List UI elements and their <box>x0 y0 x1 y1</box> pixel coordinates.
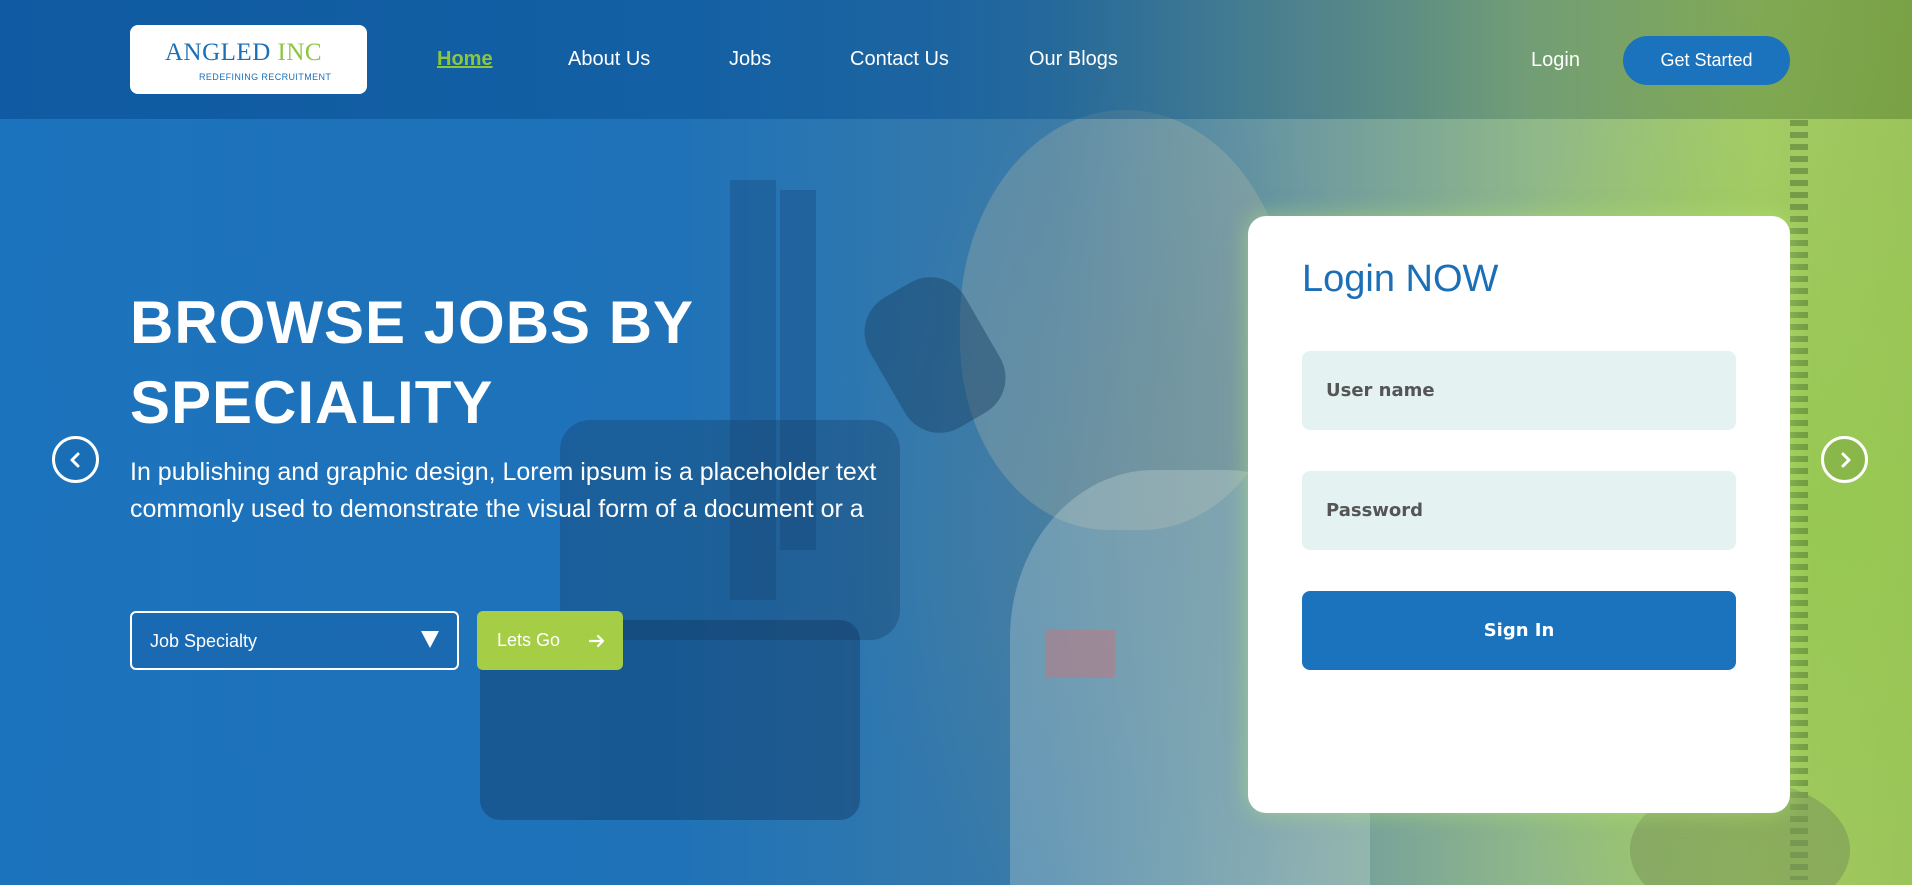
nav-item-contact-us[interactable]: Contact Us <box>850 48 949 71</box>
logo-wordmark: ANGLED INC <box>165 39 322 67</box>
hero-title: BROWSE JOBS BY SPECIALITY <box>130 283 890 443</box>
brand-logo[interactable]: ANGLED INC REDEFINING RECRUITMENT <box>130 25 367 94</box>
hero-description-line2: commonly used to demonstrate the visual … <box>130 495 864 523</box>
chevron-right-icon <box>1841 452 1851 468</box>
chevron-left-icon <box>70 452 80 468</box>
carousel-next-button[interactable] <box>1821 436 1868 483</box>
lets-go-button[interactable]: Lets Go <box>477 611 623 670</box>
carousel-prev-button[interactable] <box>52 436 99 483</box>
password-field[interactable] <box>1302 471 1736 550</box>
site-header: ANGLED INC REDEFINING RECRUITMENT Home A… <box>0 0 1912 119</box>
nav-item-jobs[interactable]: Jobs <box>729 48 771 71</box>
lets-go-label: Lets Go <box>497 630 561 650</box>
job-specialty-select[interactable]: Job Specialty <box>130 611 459 670</box>
login-card-title: Login NOW <box>1302 258 1499 300</box>
logo-tagline: REDEFINING RECRUITMENT <box>199 72 332 82</box>
arrow-right-icon <box>588 634 605 648</box>
sample-tray-shape <box>1045 630 1115 678</box>
scientist-figure <box>960 110 1290 530</box>
get-started-button[interactable]: Get Started <box>1623 36 1790 85</box>
nav-item-home[interactable]: Home <box>437 48 493 71</box>
job-specialty-value: Job Specialty <box>150 631 258 651</box>
nav-item-about-us[interactable]: About Us <box>568 48 650 71</box>
sign-in-button[interactable]: Sign In <box>1302 591 1736 670</box>
login-card: Login NOW Sign In <box>1248 216 1790 813</box>
logo-name-part2: INC <box>277 39 323 66</box>
dropdown-triangle-icon <box>421 631 439 648</box>
hero-description: In publishing and graphic design, Lorem … <box>130 454 950 528</box>
nav-item-our-blogs[interactable]: Our Blogs <box>1029 48 1118 71</box>
login-link[interactable]: Login <box>1531 49 1580 72</box>
microscope-shape <box>560 420 900 640</box>
username-field[interactable] <box>1302 351 1736 430</box>
window-blinds-shape <box>1790 120 1808 880</box>
hero-description-line1: In publishing and graphic design, Lorem … <box>130 458 877 486</box>
logo-name-part1: ANGLED <box>165 39 271 66</box>
hero-title-line2: SPECIALITY <box>130 369 494 436</box>
hero-title-line1: BROWSE JOBS BY <box>130 289 695 356</box>
